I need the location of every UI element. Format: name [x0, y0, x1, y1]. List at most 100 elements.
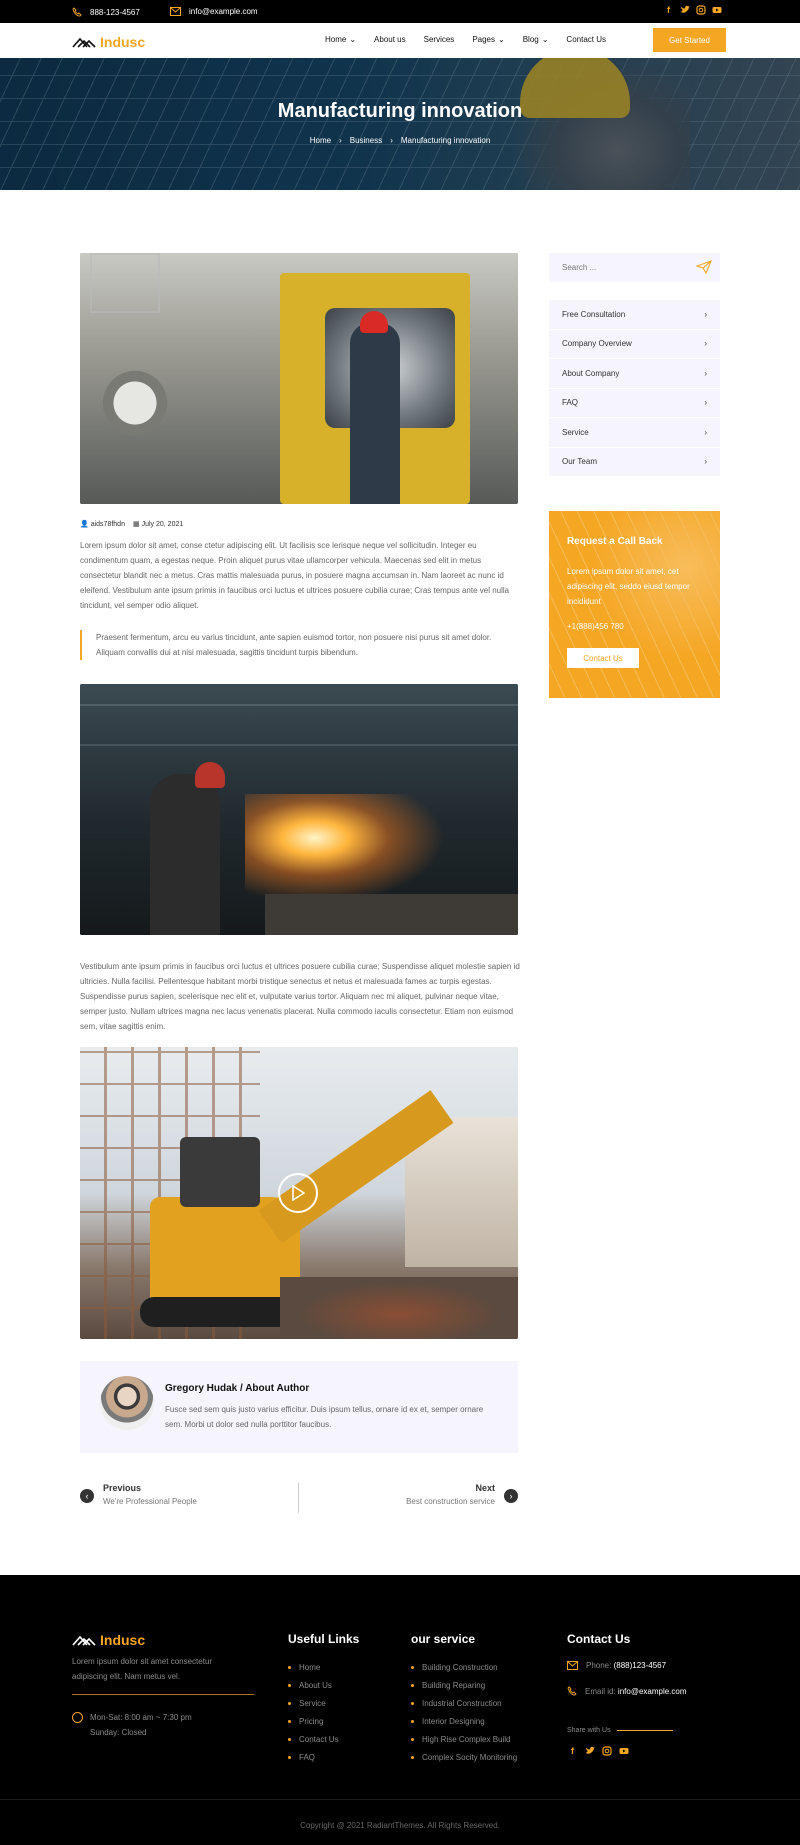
opening-hours: Mon-Sat: 8:00 am ~ 7:30 pm Sunday: Close…	[72, 1710, 192, 1740]
topbar-email[interactable]: info@example.com	[170, 7, 258, 16]
topbar-phone[interactable]: 888-123-4567	[72, 7, 140, 17]
category-item[interactable]: FAQ ›	[549, 389, 720, 418]
mail-icon	[567, 1661, 578, 1670]
get-started-button[interactable]: Get Started	[653, 28, 726, 52]
footer-link[interactable]: FAQ	[288, 1748, 339, 1766]
breadcrumb-business[interactable]: Business	[350, 136, 382, 145]
our-service-title: our service	[411, 1632, 476, 1646]
chevron-right-icon: ›	[704, 398, 707, 408]
author-box: Gregory Hudak / About Author Fusce sed s…	[80, 1361, 518, 1453]
instagram-icon[interactable]	[601, 1745, 612, 1756]
footer-logo[interactable]: Indusc	[72, 1632, 145, 1648]
footer-link[interactable]: About Us	[288, 1676, 339, 1694]
nav-item-blog[interactable]: Blog ⌄	[523, 35, 549, 44]
footer-phone-value: (888)123-4567	[613, 1661, 667, 1670]
facebook-icon[interactable]: f	[663, 4, 674, 15]
youtube-icon[interactable]	[618, 1745, 629, 1756]
chevron-right-icon: ›	[704, 309, 707, 319]
hero-overlay	[0, 58, 800, 190]
category-item[interactable]: Company Overview ›	[549, 330, 720, 359]
page-hero: Manufacturing innovation Home › Business…	[0, 58, 800, 190]
footer-divider	[72, 1694, 254, 1695]
category-label: Our Team	[562, 457, 597, 467]
footer-about: Lorem ipsum dolor sit amet consectetur a…	[72, 1657, 213, 1681]
footer-phone-label: Phone:	[586, 1661, 612, 1670]
footer-service-link[interactable]: High Rise Complex Build	[411, 1730, 517, 1748]
play-button[interactable]	[278, 1173, 318, 1213]
category-item[interactable]: Our Team ›	[549, 448, 720, 477]
footer-link[interactable]: Pricing	[288, 1712, 339, 1730]
user-icon: 👤	[80, 521, 89, 528]
next-title: Best construction service	[406, 1497, 495, 1506]
share-with-us: Share with Us	[567, 1727, 673, 1734]
clock-icon	[72, 1712, 83, 1723]
play-icon	[292, 1185, 305, 1201]
nav-item-label: Home	[325, 35, 347, 44]
footer-service-link[interactable]: Complex Socity Monitoring	[411, 1748, 517, 1766]
footer-service-link[interactable]: Industrial Construction	[411, 1694, 517, 1712]
footer-service-link[interactable]: Interior Designing	[411, 1712, 517, 1730]
category-item[interactable]: Service ›	[549, 418, 720, 448]
top-bar: 888-123-4567 info@example.com f	[0, 0, 800, 23]
youtube-icon[interactable]	[711, 4, 722, 15]
featured-image	[80, 253, 518, 504]
next-post-link[interactable]: › Next Best construction service	[318, 1483, 518, 1506]
site-footer: Indusc Lorem ipsum dolor sit amet consec…	[0, 1575, 800, 1845]
video-thumbnail[interactable]	[80, 1047, 518, 1339]
grinding-image	[80, 684, 518, 935]
footer-link[interactable]: Service	[288, 1694, 339, 1712]
footer-service-link[interactable]: Building Reparing	[411, 1676, 517, 1694]
post-paragraph-1: Lorem ipsum dolor sit amet, conse ctetur…	[80, 541, 510, 610]
hours-weekdays: Mon-Sat: 8:00 am ~ 7:30 pm	[90, 1713, 192, 1722]
facebook-icon[interactable]: f	[567, 1745, 578, 1756]
search-input[interactable]: Search ...	[549, 253, 720, 282]
site-logo[interactable]: Indusc	[72, 34, 145, 50]
footer-email-value: info@example.com	[617, 1686, 687, 1696]
nav-item-about[interactable]: About us	[374, 35, 406, 44]
nav-item-label: About us	[374, 35, 406, 44]
category-item[interactable]: About Company ›	[549, 359, 720, 389]
nav-item-services[interactable]: Services	[424, 35, 455, 44]
nav-item-pages[interactable]: Pages ⌄	[472, 35, 504, 44]
services-list: Building Construction Building Reparing …	[411, 1658, 517, 1766]
nav-menu: Home ⌄ About us Services Pages ⌄ Blog ⌄ Con…	[325, 35, 624, 44]
contact-us-title: Contact Us	[567, 1632, 631, 1646]
category-label: Free Consultation	[562, 309, 626, 319]
search-placeholder: Search ...	[562, 263, 597, 272]
arrow-right-icon: ›	[504, 1489, 518, 1503]
contact-us-button[interactable]: Contact Us	[567, 648, 639, 668]
useful-links-list: Home About Us Service Pricing Contact Us…	[288, 1658, 339, 1766]
twitter-icon[interactable]	[679, 4, 690, 15]
nav-item-label: Blog	[522, 35, 539, 44]
footer-service-link[interactable]: Building Construction	[411, 1658, 517, 1676]
previous-label: Previous	[103, 1483, 142, 1493]
phone-icon	[72, 7, 82, 17]
category-label: Company Overview	[562, 339, 632, 349]
instagram-icon[interactable]	[695, 4, 706, 15]
footer-link[interactable]: Home	[288, 1658, 339, 1676]
post-date-text: July 20, 2021	[141, 520, 184, 528]
nav-item-contact[interactable]: Contact Us	[566, 35, 606, 44]
nav-item-home[interactable]: Home ⌄	[325, 35, 356, 44]
category-item[interactable]: Free Consultation ›	[549, 300, 720, 330]
topbar-email-text: info@example.com	[189, 7, 258, 16]
useful-links-title: Useful Links	[288, 1632, 360, 1646]
post-author[interactable]: 👤 aids78fhdn	[80, 520, 125, 529]
previous-post-link[interactable]: ‹ Previous We're Professional People	[80, 1483, 280, 1506]
chevron-down-icon: ⌄	[498, 35, 505, 44]
nav-item-label: Pages	[472, 35, 495, 44]
send-icon[interactable]	[696, 260, 712, 274]
chevron-down-icon: ⌄	[349, 35, 357, 44]
footer-email[interactable]: Email id: info@example.com	[567, 1686, 687, 1696]
breadcrumb-home[interactable]: Home	[310, 136, 331, 145]
nav-item-label: Services	[423, 35, 455, 44]
call-back-phone[interactable]: +1(888)456 780	[567, 622, 624, 631]
footer-socials: f	[567, 1745, 629, 1756]
pagination-divider	[298, 1483, 299, 1513]
footer-link[interactable]: Contact Us	[288, 1730, 339, 1748]
copyright: Copyright @ 2021 RadiantThemes. All Righ…	[0, 1799, 800, 1845]
footer-phone[interactable]: Phone: (888)123-4567	[567, 1661, 666, 1670]
mail-icon	[170, 7, 181, 16]
chevron-right-icon: ›	[339, 136, 342, 145]
twitter-icon[interactable]	[584, 1745, 595, 1756]
